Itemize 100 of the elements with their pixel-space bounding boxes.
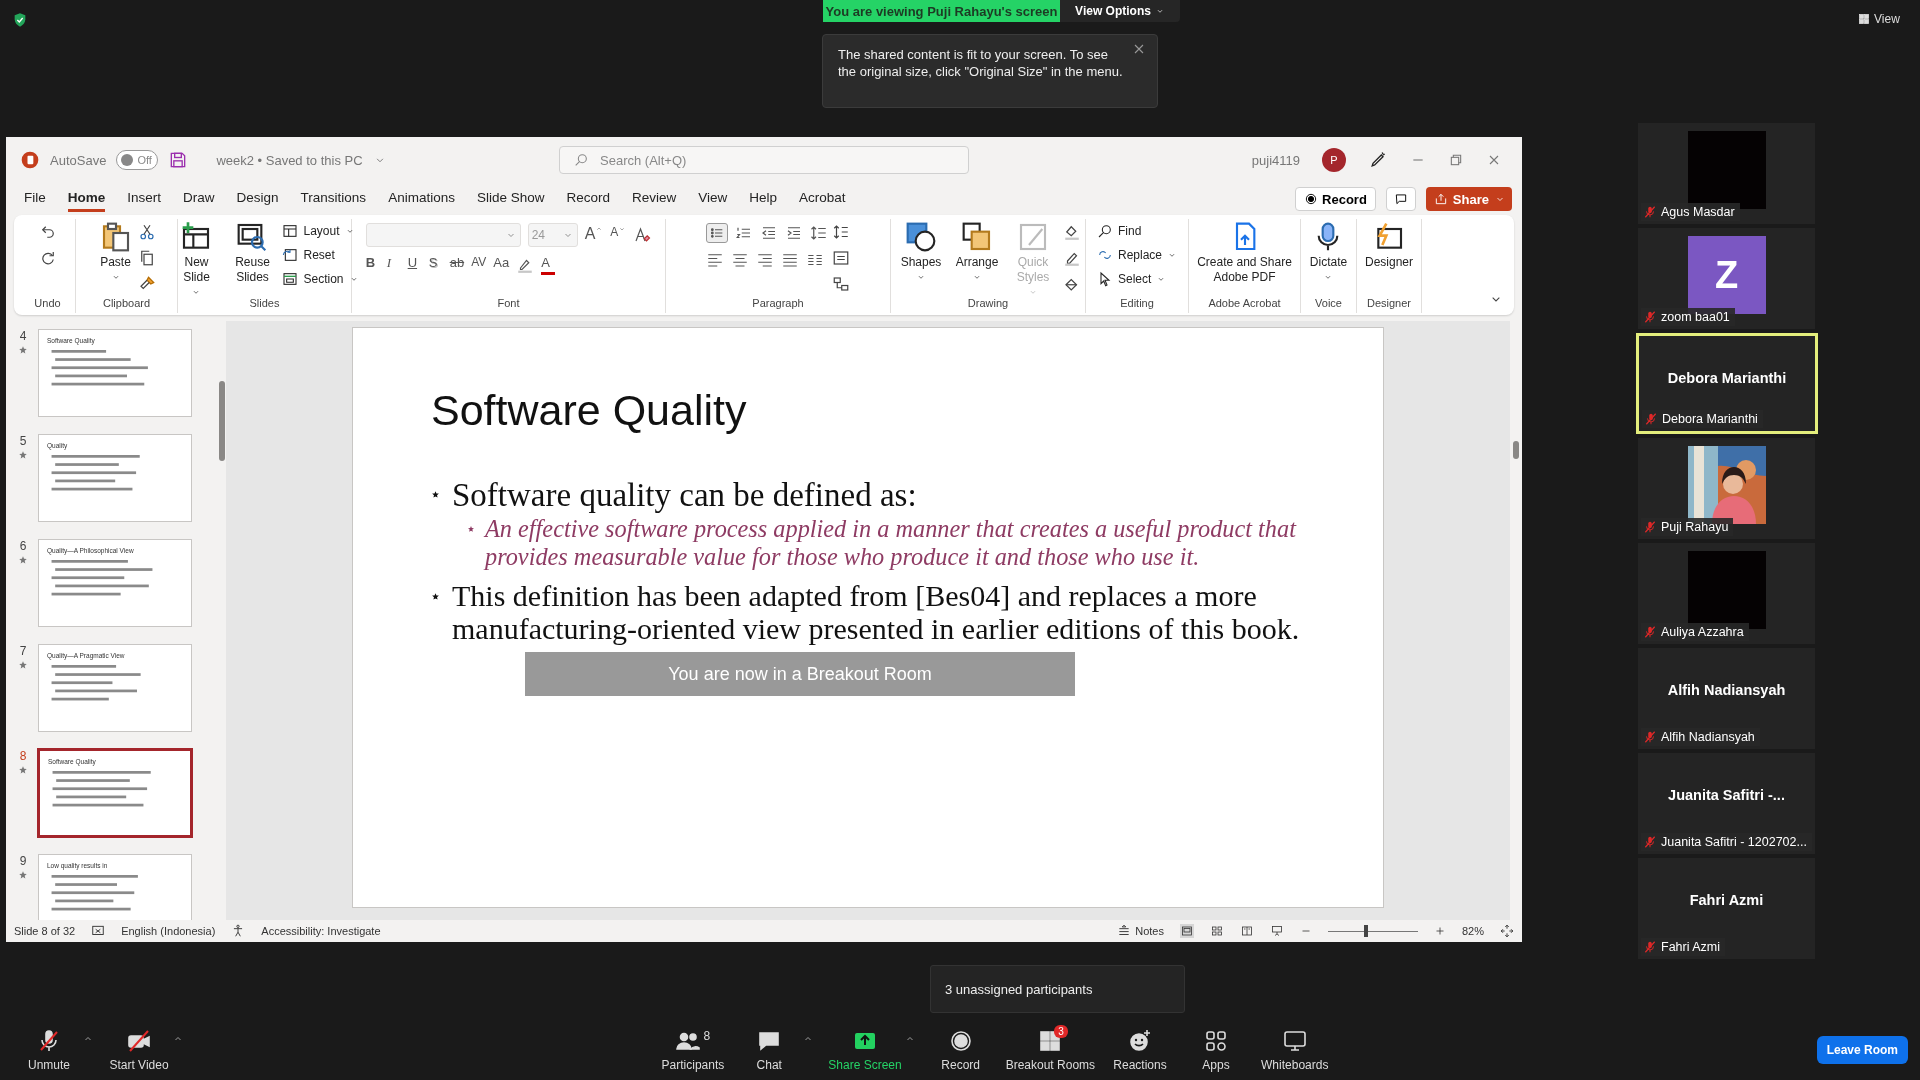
shapes-button[interactable]: Shapes: [895, 221, 947, 282]
format-button[interactable]: AV: [471, 255, 487, 275]
reuse-slides-button[interactable]: Reuse Slides: [226, 221, 279, 285]
zoom-slider-thumb[interactable]: [1363, 924, 1368, 937]
group-label: Designer: [1366, 297, 1412, 311]
view-options-button[interactable]: View Options: [1060, 0, 1180, 22]
align-right-icon[interactable]: [756, 251, 774, 269]
create-pdf-button[interactable]: Create and Share Adobe PDF: [1189, 221, 1300, 285]
slides-search-icon: [236, 221, 269, 253]
justify-icon[interactable]: [781, 251, 799, 269]
menu-tab[interactable]: Transitions: [300, 186, 367, 212]
format-button[interactable]: Aa: [493, 255, 510, 275]
layout-button[interactable]: Layout: [282, 221, 359, 241]
whiteboards-button[interactable]: Whiteboards: [1261, 1028, 1329, 1072]
view-button[interactable]: View: [1858, 12, 1900, 26]
menu-tab[interactable]: Review: [632, 186, 677, 212]
new-slide-button[interactable]: New Slide: [170, 221, 223, 297]
align-left-icon[interactable]: [706, 251, 724, 269]
decrease-indent-icon[interactable]: [760, 224, 778, 242]
grow-font-button[interactable]: A: [584, 225, 604, 245]
share-button[interactable]: Share: [1425, 187, 1512, 211]
font-color-button[interactable]: A: [541, 255, 556, 275]
font-name-field[interactable]: [365, 223, 521, 247]
increase-indent-icon[interactable]: [785, 224, 803, 242]
unmute-button[interactable]: Unmute: [18, 1028, 80, 1072]
apps-button[interactable]: Apps: [1185, 1028, 1248, 1072]
participant-name: Fahri Azmi: [1661, 940, 1721, 954]
select-button[interactable]: Select: [1097, 269, 1177, 289]
menu-tab[interactable]: Record: [566, 186, 610, 212]
format-button[interactable]: ab: [449, 255, 465, 275]
participant-name: Juanita Safitri - 1202702...: [1661, 835, 1807, 849]
format-button[interactable]: S: [428, 255, 443, 275]
autosave-toggle[interactable]: Off: [116, 150, 159, 170]
align-text-icon[interactable]: [832, 249, 850, 267]
share-screen-button[interactable]: Share Screen: [828, 1028, 902, 1072]
slide-sorter-icon[interactable]: [1209, 924, 1224, 938]
notification-badge: 3: [1054, 1024, 1068, 1038]
text-direction-icon[interactable]: [832, 223, 850, 241]
line-spacing-icon[interactable]: [810, 224, 828, 242]
language-label[interactable]: English (Indonesia): [121, 925, 216, 937]
record-button[interactable]: Record: [1295, 187, 1376, 211]
menu-tab[interactable]: Help: [749, 186, 778, 212]
search-field[interactable]: Search (Alt+Q): [559, 146, 969, 174]
fit-to-window-icon[interactable]: [1500, 924, 1514, 938]
menu-tab[interactable]: Draw: [183, 186, 215, 212]
leave-room-button[interactable]: Leave Room: [1816, 1036, 1908, 1064]
bullet-list-icon[interactable]: [706, 223, 728, 243]
menu-tab[interactable]: Acrobat: [799, 186, 846, 212]
reset-button[interactable]: Reset: [282, 245, 359, 265]
smartart-icon[interactable]: [832, 275, 850, 293]
star-icon: [18, 765, 28, 775]
clear-formatting-icon[interactable]: [633, 226, 652, 244]
menu-tab[interactable]: Animations: [388, 186, 455, 212]
user-avatar[interactable]: P: [1322, 148, 1346, 172]
notes-button[interactable]: Notes: [1117, 924, 1164, 938]
menu-tab[interactable]: File: [24, 186, 46, 212]
normal-view-icon[interactable]: [1179, 924, 1194, 938]
format-button[interactable]: U: [407, 255, 422, 275]
menu-tab[interactable]: View: [698, 186, 728, 212]
caret-icon: [595, 225, 604, 233]
arrange-button[interactable]: Arrange: [951, 221, 1003, 282]
reading-view-icon[interactable]: [1239, 924, 1254, 938]
scissors-icon[interactable]: [137, 223, 156, 241]
proofing-icon[interactable]: [91, 924, 106, 938]
scrollbar-thumb[interactable]: [1513, 441, 1519, 459]
restore-icon[interactable]: [1448, 152, 1464, 168]
start-video-button[interactable]: Start Video: [108, 1028, 170, 1072]
app-logo-icon: [20, 150, 40, 170]
comments-button[interactable]: [1385, 187, 1416, 211]
fill-icon[interactable]: [1063, 223, 1081, 241]
pen-icon[interactable]: [1368, 150, 1388, 170]
caret-icon: [618, 225, 627, 233]
group-label: Adobe Acrobat: [1207, 297, 1282, 311]
participants-button[interactable]: 8 Participants: [661, 1028, 725, 1072]
scrollbar-thumb[interactable]: [219, 381, 225, 461]
record-button[interactable]: Record: [929, 1028, 992, 1072]
menu-tab[interactable]: Insert: [127, 186, 162, 212]
group-label: Font: [496, 297, 521, 311]
section-button[interactable]: Section: [282, 269, 359, 289]
format-button[interactable]: I: [386, 255, 401, 275]
breakout-rooms-icon: [1038, 1028, 1063, 1053]
search-icon: [573, 152, 589, 168]
sub-bullet-text: An effective software process applied in a manner that creates a useful product that provides measurable value for those who produce it and those who use it.: [485, 515, 1298, 571]
designer-button[interactable]: Designer: [1363, 221, 1415, 270]
zoom-level[interactable]: 82%: [1461, 925, 1484, 937]
find-button[interactable]: Find: [1097, 221, 1177, 241]
accessibility-status[interactable]: Accessibility: Investigate: [261, 925, 381, 937]
dictate-button[interactable]: Dictate: [1307, 221, 1350, 282]
shrink-font-button[interactable]: A: [610, 225, 627, 245]
menu-tab[interactable]: Design: [236, 186, 279, 212]
reactions-button[interactable]: Reactions: [1109, 1028, 1172, 1072]
slideshow-icon[interactable]: [1269, 924, 1284, 938]
menu-tab[interactable]: Home: [67, 186, 106, 212]
replace-button[interactable]: Replace: [1097, 245, 1177, 265]
format-button[interactable]: B: [365, 255, 380, 275]
layout-icon: [282, 223, 299, 239]
align-center-icon[interactable]: [731, 251, 749, 269]
chat-button[interactable]: Chat: [738, 1028, 801, 1072]
paste-button[interactable]: Paste: [97, 221, 134, 282]
menu-tab[interactable]: Slide Show: [476, 186, 545, 212]
